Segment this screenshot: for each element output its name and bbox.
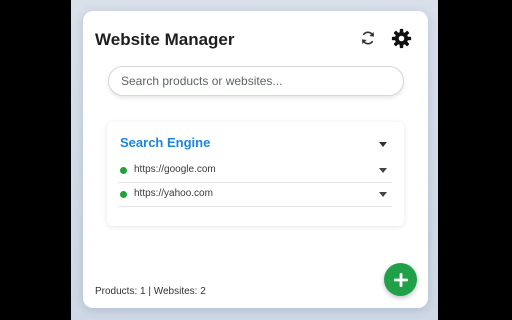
site-url: https://yahoo.com (134, 188, 213, 199)
footer-counts: Products: 1 | Websites: 2 (95, 286, 206, 297)
group-card-search-engine: Search Engine https://google.com https:/… (107, 122, 404, 226)
search-box (108, 66, 404, 96)
site-row[interactable]: https://google.com (118, 159, 392, 183)
site-list: https://google.com https://yahoo.com (118, 159, 392, 207)
plus-icon (393, 272, 408, 287)
settings-button[interactable] (390, 27, 412, 49)
refresh-icon (362, 31, 374, 45)
status-online-dot-icon (120, 167, 127, 174)
status-online-dot-icon (120, 191, 127, 198)
site-row[interactable]: https://yahoo.com (118, 183, 392, 207)
search-input[interactable] (121, 67, 391, 95)
chevron-down-icon[interactable] (379, 192, 387, 197)
app-title: Website Manager (95, 30, 235, 49)
group-title: Search Engine (120, 135, 211, 150)
chevron-down-icon[interactable] (379, 168, 387, 173)
gear-icon (391, 28, 411, 48)
add-button[interactable] (384, 263, 417, 296)
refresh-button[interactable] (357, 27, 379, 49)
group-header[interactable]: Search Engine (107, 134, 404, 154)
site-url: https://google.com (134, 164, 216, 175)
chevron-down-icon (379, 142, 387, 147)
window-backdrop: Website Manager Search products or websi… (71, 0, 438, 320)
website-manager-panel: Website Manager Search products or websi… (83, 11, 428, 308)
